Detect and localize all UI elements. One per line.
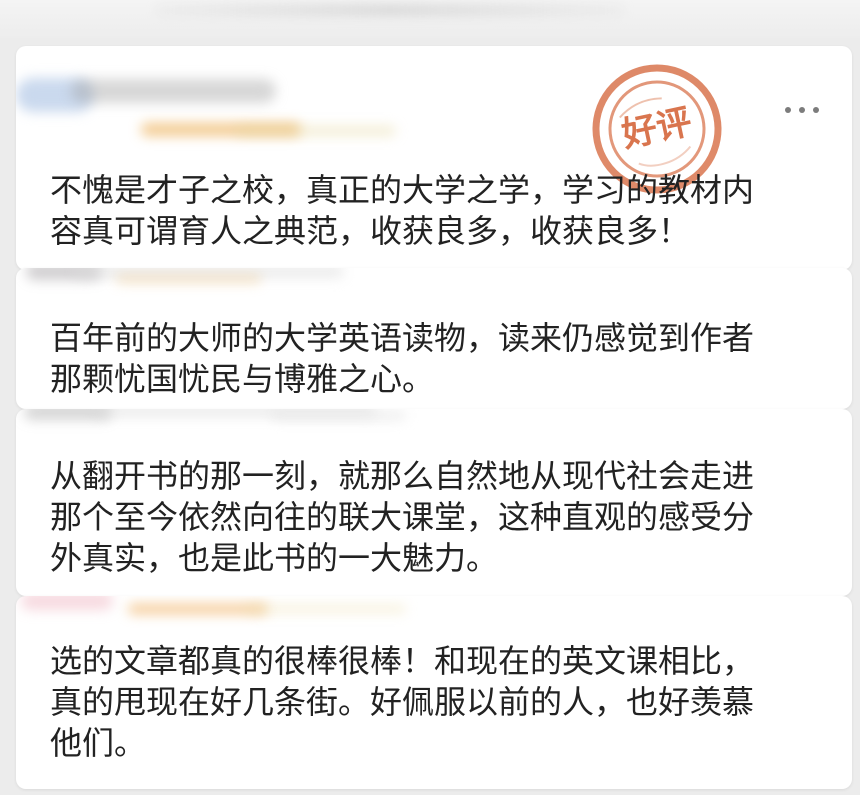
comment-text: 百年前的大师的大学英语读物，读来仍感觉到作者 那颗忧国忧民与博雅之心。 [50, 319, 755, 398]
comment-text: 选的文章都真的很棒很棒！和现在的英文课相比， 真的甩现在好几条街。好佩服以前的人… [50, 642, 755, 762]
top-blurred-strip [0, 0, 860, 38]
comment-card: 从翻开书的那一刻，就那么自然地从现代社会走进 那个至今依然向往的联大课堂，这种直… [16, 409, 852, 596]
more-icon-dot [799, 107, 805, 113]
stamp-text: 好评 [618, 102, 696, 156]
comment-card: 好评 不愧是才子之校，真正的大学之学，学习的教材内 容真可谓育人之典范，收获良多… [16, 46, 852, 270]
comment-card: 百年前的大师的大学英语读物，读来仍感觉到作者 那颗忧国忧民与博雅之心。 [16, 268, 852, 409]
more-icon-dot [785, 107, 791, 113]
comment-text: 从翻开书的那一刻，就那么自然地从现代社会走进 那个至今依然向往的联大课堂，这种直… [50, 457, 755, 577]
more-options-button[interactable] [774, 96, 830, 124]
comment-card: 选的文章都真的很棒很棒！和现在的英文课相比， 真的甩现在好几条街。好佩服以前的人… [16, 596, 852, 789]
more-icon [785, 107, 819, 113]
more-icon-dot [813, 107, 819, 113]
comment-text: 不愧是才子之校，真正的大学之学，学习的教材内 容真可谓育人之典范，收获良多，收获… [50, 171, 755, 250]
